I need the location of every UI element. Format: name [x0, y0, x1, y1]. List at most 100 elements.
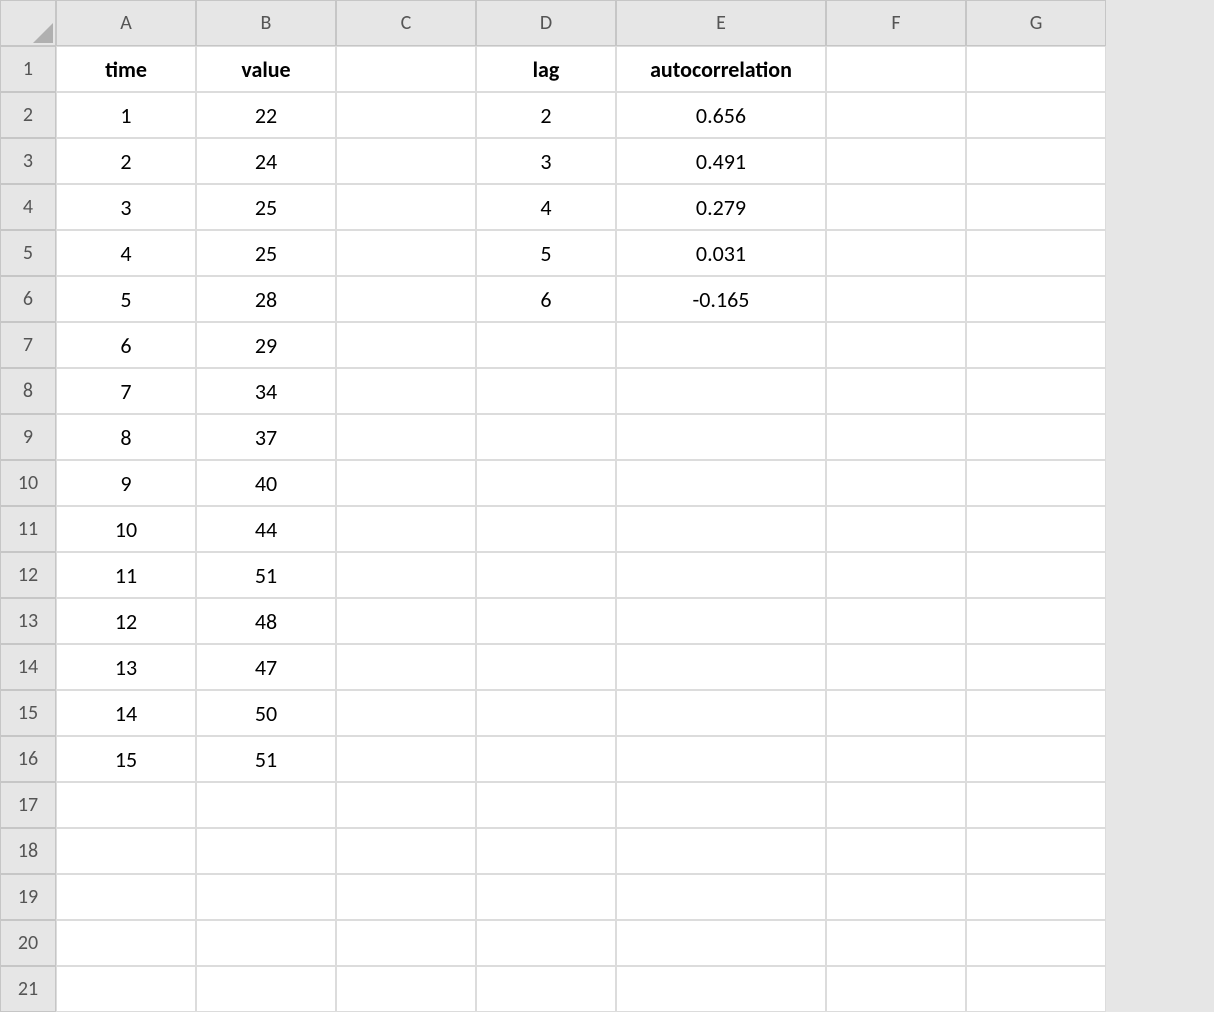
cell-F15[interactable]: [826, 690, 966, 736]
cell-C5[interactable]: [336, 230, 476, 276]
cell-A13[interactable]: 12: [56, 598, 196, 644]
cell-A5[interactable]: 4: [56, 230, 196, 276]
cell-B20[interactable]: [196, 920, 336, 966]
cell-G15[interactable]: [966, 690, 1106, 736]
column-header-G[interactable]: G: [966, 0, 1106, 46]
row-header-14[interactable]: 14: [0, 644, 56, 690]
cell-C11[interactable]: [336, 506, 476, 552]
row-header-13[interactable]: 13: [0, 598, 56, 644]
cell-F2[interactable]: [826, 92, 966, 138]
cell-B8[interactable]: 34: [196, 368, 336, 414]
cell-D16[interactable]: [476, 736, 616, 782]
cell-G3[interactable]: [966, 138, 1106, 184]
cell-D17[interactable]: [476, 782, 616, 828]
cell-E10[interactable]: [616, 460, 826, 506]
cell-D5[interactable]: 5: [476, 230, 616, 276]
cell-F17[interactable]: [826, 782, 966, 828]
row-header-19[interactable]: 19: [0, 874, 56, 920]
row-header-2[interactable]: 2: [0, 92, 56, 138]
cell-G9[interactable]: [966, 414, 1106, 460]
cell-E13[interactable]: [616, 598, 826, 644]
cell-A12[interactable]: 11: [56, 552, 196, 598]
cell-A10[interactable]: 9: [56, 460, 196, 506]
row-header-17[interactable]: 17: [0, 782, 56, 828]
cell-C2[interactable]: [336, 92, 476, 138]
cell-D4[interactable]: 4: [476, 184, 616, 230]
cell-F6[interactable]: [826, 276, 966, 322]
cell-A3[interactable]: 2: [56, 138, 196, 184]
cell-A7[interactable]: 6: [56, 322, 196, 368]
cell-F1[interactable]: [826, 46, 966, 92]
cell-F8[interactable]: [826, 368, 966, 414]
cell-E5[interactable]: 0.031: [616, 230, 826, 276]
column-header-D[interactable]: D: [476, 0, 616, 46]
cell-F21[interactable]: [826, 966, 966, 1012]
cell-F14[interactable]: [826, 644, 966, 690]
cell-C12[interactable]: [336, 552, 476, 598]
cell-B12[interactable]: 51: [196, 552, 336, 598]
row-header-1[interactable]: 1: [0, 46, 56, 92]
cell-B2[interactable]: 22: [196, 92, 336, 138]
cell-E14[interactable]: [616, 644, 826, 690]
cell-F11[interactable]: [826, 506, 966, 552]
cell-B11[interactable]: 44: [196, 506, 336, 552]
cell-E8[interactable]: [616, 368, 826, 414]
cell-B5[interactable]: 25: [196, 230, 336, 276]
cell-E3[interactable]: 0.491: [616, 138, 826, 184]
cell-A20[interactable]: [56, 920, 196, 966]
cell-B17[interactable]: [196, 782, 336, 828]
cell-A21[interactable]: [56, 966, 196, 1012]
cell-C10[interactable]: [336, 460, 476, 506]
row-header-21[interactable]: 21: [0, 966, 56, 1012]
cell-B7[interactable]: 29: [196, 322, 336, 368]
cell-G4[interactable]: [966, 184, 1106, 230]
cell-G8[interactable]: [966, 368, 1106, 414]
cell-F9[interactable]: [826, 414, 966, 460]
cell-D1[interactable]: lag: [476, 46, 616, 92]
cell-A1[interactable]: time: [56, 46, 196, 92]
column-header-F[interactable]: F: [826, 0, 966, 46]
cell-A17[interactable]: [56, 782, 196, 828]
cell-G7[interactable]: [966, 322, 1106, 368]
row-header-7[interactable]: 7: [0, 322, 56, 368]
cell-F13[interactable]: [826, 598, 966, 644]
row-header-16[interactable]: 16: [0, 736, 56, 782]
cell-B16[interactable]: 51: [196, 736, 336, 782]
cell-A9[interactable]: 8: [56, 414, 196, 460]
cell-B13[interactable]: 48: [196, 598, 336, 644]
cell-F10[interactable]: [826, 460, 966, 506]
cell-A6[interactable]: 5: [56, 276, 196, 322]
cell-E4[interactable]: 0.279: [616, 184, 826, 230]
row-header-4[interactable]: 4: [0, 184, 56, 230]
row-header-12[interactable]: 12: [0, 552, 56, 598]
cell-D20[interactable]: [476, 920, 616, 966]
column-header-A[interactable]: A: [56, 0, 196, 46]
row-header-9[interactable]: 9: [0, 414, 56, 460]
cell-F19[interactable]: [826, 874, 966, 920]
cell-B15[interactable]: 50: [196, 690, 336, 736]
cell-F16[interactable]: [826, 736, 966, 782]
cell-D7[interactable]: [476, 322, 616, 368]
cell-D6[interactable]: 6: [476, 276, 616, 322]
cell-C14[interactable]: [336, 644, 476, 690]
spreadsheet-grid[interactable]: ABCDEFG1timevaluelagautocorrelation21222…: [0, 0, 1214, 1012]
cell-D12[interactable]: [476, 552, 616, 598]
row-header-8[interactable]: 8: [0, 368, 56, 414]
cell-D13[interactable]: [476, 598, 616, 644]
cell-G5[interactable]: [966, 230, 1106, 276]
cell-B14[interactable]: 47: [196, 644, 336, 690]
select-all-corner[interactable]: [0, 0, 56, 46]
cell-C13[interactable]: [336, 598, 476, 644]
cell-G10[interactable]: [966, 460, 1106, 506]
cell-F4[interactable]: [826, 184, 966, 230]
cell-D10[interactable]: [476, 460, 616, 506]
cell-F20[interactable]: [826, 920, 966, 966]
cell-B21[interactable]: [196, 966, 336, 1012]
column-header-E[interactable]: E: [616, 0, 826, 46]
cell-E9[interactable]: [616, 414, 826, 460]
cell-G16[interactable]: [966, 736, 1106, 782]
cell-G12[interactable]: [966, 552, 1106, 598]
cell-A2[interactable]: 1: [56, 92, 196, 138]
cell-B19[interactable]: [196, 874, 336, 920]
cell-B3[interactable]: 24: [196, 138, 336, 184]
